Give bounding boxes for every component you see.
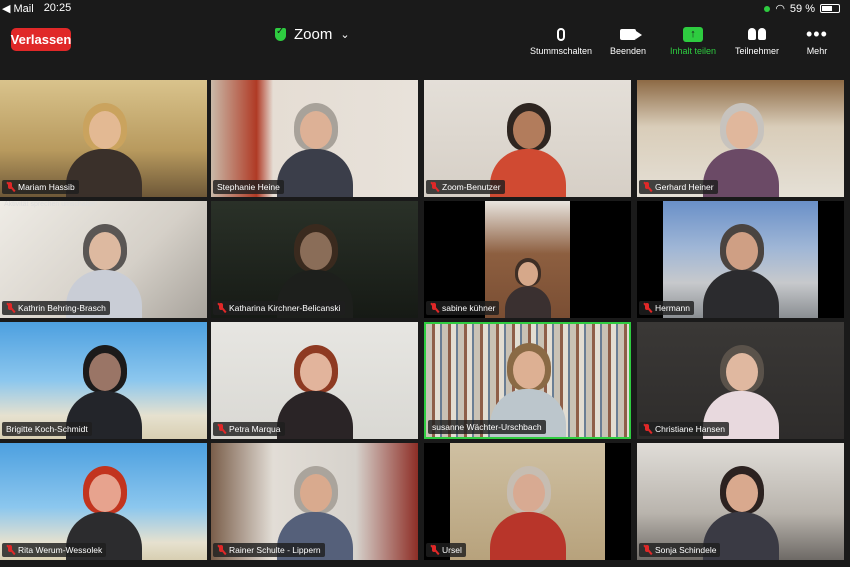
participants-button[interactable]: Teilnehmer: [735, 24, 779, 56]
gallery-view: Mariam Hassib Stephanie Heine Zoom-Benut…: [0, 79, 850, 563]
participant-tile[interactable]: Stephanie Heine: [211, 80, 418, 197]
participant-name-label: Christiane Hansen: [639, 422, 729, 436]
participant-tile[interactable]: Sonja Schindele: [637, 443, 844, 560]
participant-name-label: Zoom-Benutzer: [426, 180, 505, 194]
stop-video-label: Beenden: [610, 46, 647, 56]
participant-tile[interactable]: Aktivität sprechen umschalten Kathrin Be…: [0, 201, 207, 318]
muted-microphone-icon: [643, 182, 652, 192]
muted-microphone-icon: [217, 303, 226, 313]
participant-name-label: Rainer Schulte - Lippern: [213, 543, 325, 557]
participant-name-label: Kathrin Behring-Brasch: [2, 301, 110, 315]
participant-name-label: Gerhard Heiner: [639, 180, 718, 194]
muted-microphone-icon: [430, 303, 439, 313]
more-dots-icon: •••: [806, 24, 828, 44]
participant-tile[interactable]: sabine kühner: [424, 201, 631, 318]
more-label: Mehr: [806, 46, 828, 56]
participant-tile[interactable]: Petra Marqua: [211, 322, 418, 439]
participant-name-label: Mariam Hassib: [2, 180, 79, 194]
participant-tile[interactable]: Rita Werum-Wessolek: [0, 443, 207, 560]
muted-microphone-icon: [643, 545, 652, 555]
participant-tile[interactable]: Mariam Hassib: [0, 80, 207, 197]
share-label: Inhalt teilen: [670, 46, 717, 56]
participant-name-label: Stephanie Heine: [213, 180, 284, 194]
overlay-note: Aktivität sprechen umschalten: [4, 201, 97, 208]
muted-microphone-icon: [6, 303, 15, 313]
muted-microphone-icon: [430, 545, 439, 555]
meeting-title: Zoom: [294, 26, 333, 43]
participant-name-label: Sonja Schindele: [639, 543, 721, 557]
participants-label: Teilnehmer: [735, 46, 780, 56]
participant-tile[interactable]: Hermann: [637, 201, 844, 318]
participant-name-label: Hermann: [639, 301, 694, 315]
chevron-down-icon: ⌄: [340, 29, 350, 41]
participant-tile[interactable]: Gerhard Heiner: [637, 80, 844, 197]
status-bar: ◀ Mail 20:25 ◠ 59 %: [0, 0, 850, 16]
participant-name-label: sabine kühner: [426, 301, 500, 315]
meeting-toolbar: Verlassen Zoom ⌄ Stummschalten Beenden ↑…: [0, 16, 850, 66]
participant-tile[interactable]: Zoom-Benutzer: [424, 80, 631, 197]
battery-icon: [820, 4, 840, 13]
participant-tile[interactable]: Brigitte Koch-Schmidt: [0, 322, 207, 439]
video-camera-icon: [620, 28, 643, 40]
meeting-title-dropdown[interactable]: Zoom ⌄: [275, 26, 350, 43]
participant-tile[interactable]: Katharina Kirchner-Belicanski: [211, 201, 418, 318]
mute-button[interactable]: Stummschalten: [530, 24, 592, 56]
muted-microphone-icon: [217, 424, 226, 434]
muted-microphone-icon: [430, 182, 439, 192]
participants-icon: [748, 28, 767, 40]
muted-microphone-icon: [643, 303, 652, 313]
muted-microphone-icon: [6, 545, 15, 555]
participant-name-label: susanne Wächter-Urschbach: [428, 420, 546, 434]
participant-name-label: Rita Werum-Wessolek: [2, 543, 107, 557]
participant-tile[interactable]: Ursel: [424, 443, 631, 560]
microphone-icon: [557, 27, 566, 41]
battery-percent: 59 %: [789, 2, 815, 15]
muted-microphone-icon: [217, 545, 226, 555]
participant-name-label: Brigitte Koch-Schmidt: [2, 422, 92, 436]
participant-name-label: Ursel: [426, 543, 466, 557]
muted-microphone-icon: [643, 424, 652, 434]
active-speaker-tile[interactable]: susanne Wächter-Urschbach: [424, 322, 631, 439]
share-arrow-icon: ↑: [683, 26, 704, 42]
clock: 20:25: [43, 2, 72, 14]
participant-tile[interactable]: Christiane Hansen: [637, 322, 844, 439]
more-button[interactable]: ••• Mehr: [806, 24, 828, 56]
leave-button[interactable]: Verlassen: [11, 28, 71, 51]
muted-microphone-icon: [6, 182, 15, 192]
mute-label: Stummschalten: [530, 46, 593, 56]
share-content-button[interactable]: ↑ Inhalt teilen: [670, 24, 716, 56]
zoom-meeting-screen: ◀ Mail 20:25 ◠ 59 % Verlassen Zoom ⌄ Stu…: [0, 0, 850, 567]
participant-tile[interactable]: Rainer Schulte - Lippern: [211, 443, 418, 560]
camera-indicator-icon: [764, 5, 771, 12]
shield-icon: [275, 26, 286, 41]
stop-video-button[interactable]: Beenden: [610, 24, 646, 56]
back-to-mail-link[interactable]: ◀ Mail: [2, 2, 34, 15]
participant-name-label: Katharina Kirchner-Belicanski: [213, 301, 345, 315]
wifi-icon: ◠: [775, 3, 785, 15]
participant-name-label: Petra Marqua: [213, 422, 285, 436]
